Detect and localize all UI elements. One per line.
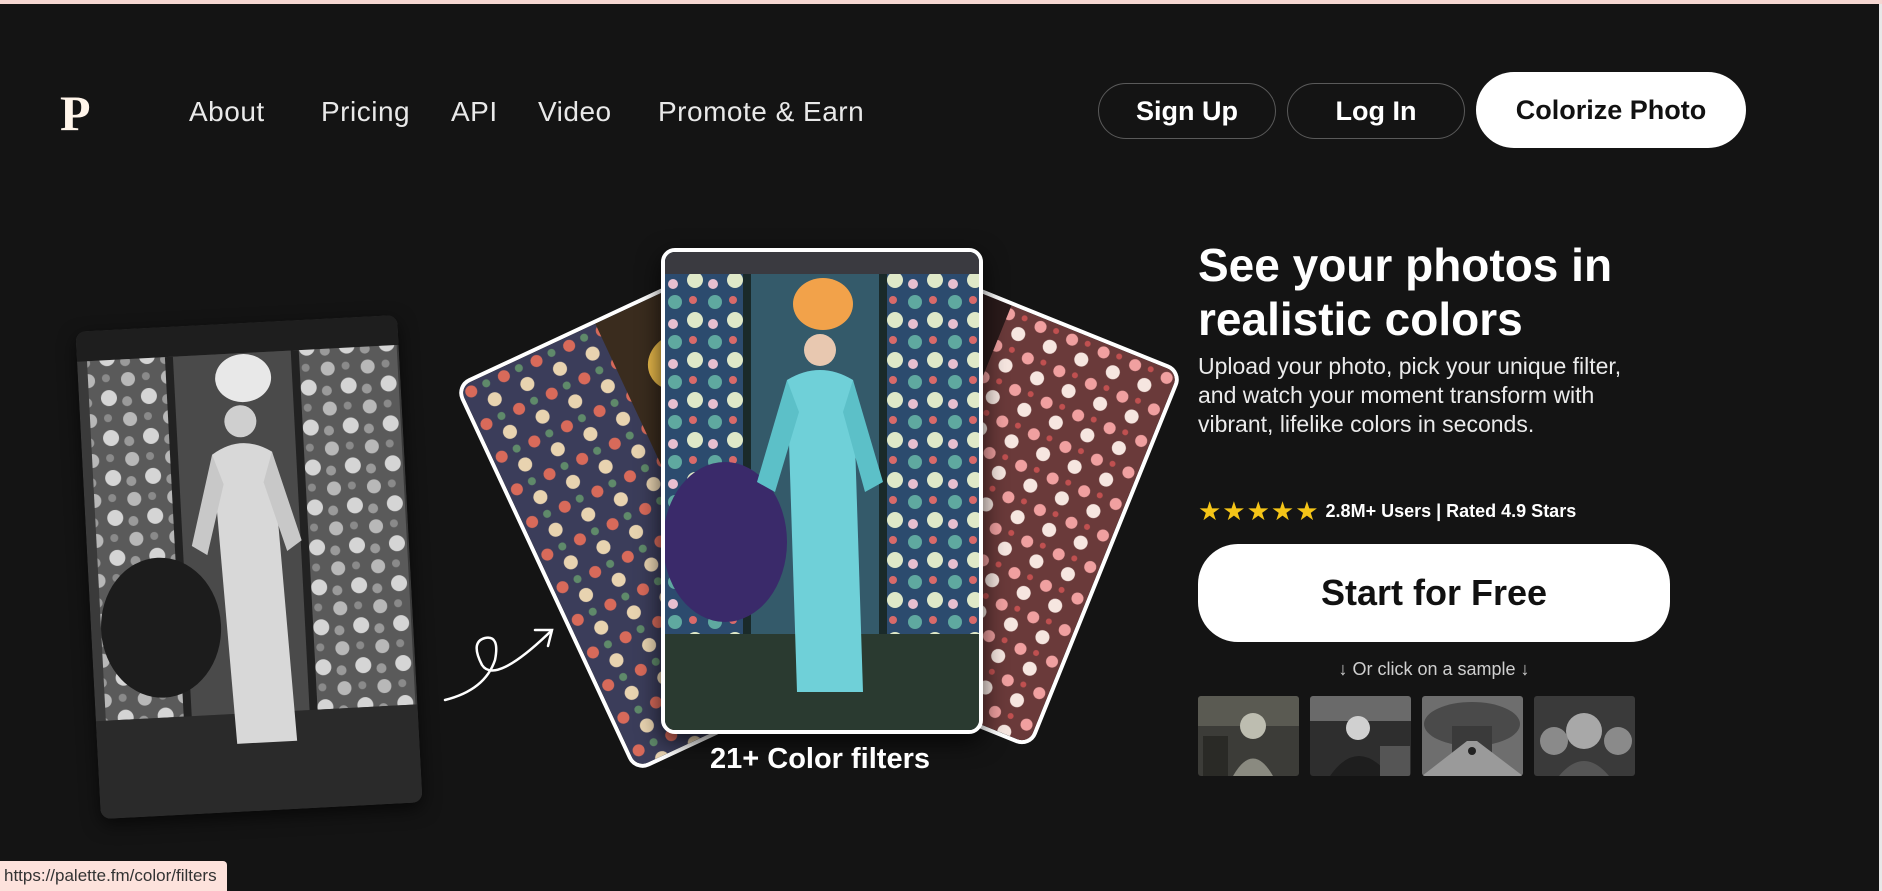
arrow-doodle-icon: [443, 628, 554, 702]
status-bar-url: https://palette.fm/color/filters: [0, 861, 227, 891]
hero-description: Upload your photo, pick your unique filt…: [1198, 353, 1622, 437]
sample-hint: ↓ Or click on a sample ↓: [1338, 659, 1530, 679]
top-accent-line: [0, 0, 1882, 4]
log-in-button[interactable]: Log In: [1287, 83, 1465, 139]
sample-thumbnail[interactable]: [1310, 696, 1411, 776]
bw-photo-image: [75, 314, 423, 820]
teal-filter-image: [665, 252, 979, 730]
sample-thumbnail[interactable]: [1534, 696, 1635, 776]
nav-api[interactable]: API: [451, 96, 498, 128]
rating-text: 2.8M+ Users | Rated 4.9 Stars: [1325, 501, 1577, 521]
nav-about[interactable]: About: [189, 96, 265, 128]
filters-caption: 21+ Color filters: [710, 743, 930, 775]
sign-up-button[interactable]: Sign Up: [1098, 83, 1276, 139]
rating-row: ★★★★★ 2.8M+ Users | Rated 4.9 Stars: [1198, 496, 1576, 527]
sample-thumbnail[interactable]: [1198, 696, 1299, 776]
site-logo[interactable]: P: [60, 88, 91, 138]
filter-sample-teal-card: [661, 248, 983, 734]
page: P About Pricing API Video Promote & Earn…: [0, 0, 1882, 891]
colorize-photo-button[interactable]: Colorize Photo: [1476, 72, 1746, 148]
start-for-free-button[interactable]: Start for Free: [1198, 544, 1670, 642]
nav-promote-earn[interactable]: Promote & Earn: [658, 96, 864, 128]
nav-pricing[interactable]: Pricing: [321, 96, 410, 128]
hero-title: See your photos in realistic colors: [1198, 239, 1613, 345]
bw-sample-photo: [75, 314, 423, 820]
sample-thumbnails: [1198, 696, 1635, 776]
nav-video[interactable]: Video: [538, 96, 612, 128]
rating-stars-icon: ★★★★★: [1198, 496, 1320, 526]
sample-thumbnail[interactable]: [1422, 696, 1523, 776]
